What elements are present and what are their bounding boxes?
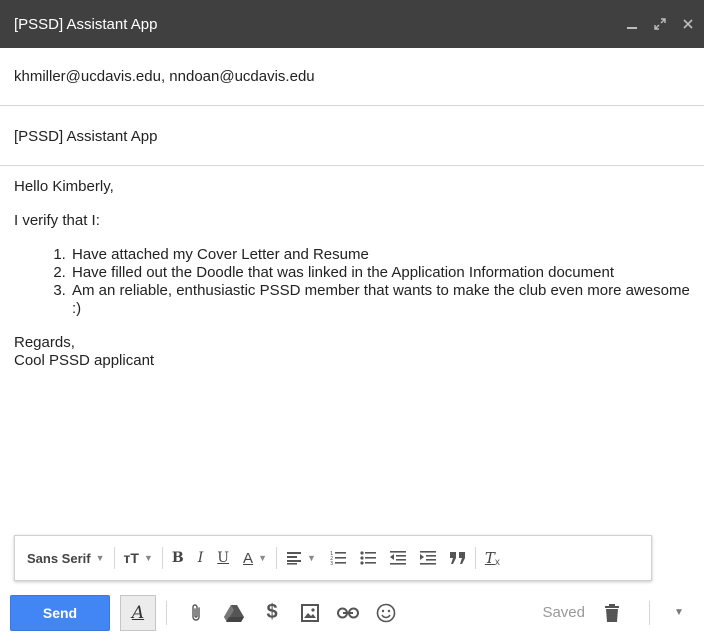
insert-emoji-button[interactable] [367,595,405,631]
compose-action-bar: Send A $ Saved ▼ [0,590,704,635]
font-size-button[interactable]: тT ▼ [117,544,160,572]
toolbar-divider [275,547,277,569]
numbered-list-button[interactable]: 123 [323,544,353,572]
quote-button[interactable] [443,544,473,572]
list-item: Have filled out the Doodle that was link… [70,264,698,282]
text-color-icon: A [243,549,254,567]
insert-photo-button[interactable] [291,595,329,631]
text-color-button[interactable]: A ▼ [236,544,274,572]
greeting-text: Hello Kimberly, [14,178,114,195]
paperclip-icon [189,603,203,623]
verification-list: Have attached my Cover Letter and Resume… [14,246,698,318]
formatting-options-button[interactable]: A [120,594,156,631]
quote-icon [449,552,466,564]
chevron-down-icon: ▼ [258,553,267,563]
insert-link-button[interactable] [329,595,367,631]
remove-formatting-x: x [494,556,500,568]
signoff-text: Regards, [14,334,75,351]
attach-files-button[interactable] [177,595,215,631]
svg-text:3: 3 [330,561,333,566]
chevron-down-icon: ▼ [143,553,153,563]
action-divider [649,600,650,625]
minimize-icon[interactable] [626,18,640,30]
link-icon [337,607,359,619]
window-controls [626,18,696,30]
align-button[interactable]: ▼ [279,544,323,572]
chevron-down-icon: ▼ [95,553,105,563]
compose-titlebar[interactable]: [PSSD] Assistant App [0,0,704,48]
compose-title: [PSSD] Assistant App [14,15,158,33]
recipients-field[interactable]: khmiller@ucdavis.edu, nndoan@ucdavis.edu [0,48,704,106]
list-item: Have attached my Cover Letter and Resume [70,246,698,264]
font-select-label: Sans Serif [27,550,91,566]
remove-formatting-icon: T [484,549,495,567]
photo-icon [301,603,319,622]
chevron-down-icon: ▼ [306,553,316,563]
smiley-icon [376,603,396,623]
numbered-list-icon: 123 [330,550,346,566]
discard-draft-button[interactable] [593,595,631,631]
subject-field[interactable]: [PSSD] Assistant App [0,108,704,166]
italic-button[interactable]: I [191,544,211,572]
saved-status: Saved [542,604,585,621]
subject-value: [PSSD] Assistant App [14,128,158,145]
align-left-icon [286,551,302,565]
signature-text: Cool PSSD applicant [14,352,155,369]
font-size-icon: тT [123,550,139,566]
bulleted-list-icon [360,550,376,566]
toolbar-divider [474,547,476,569]
drive-icon [224,604,244,622]
formatting-toolbar: Sans Serif ▼ тT ▼ B I U A ▼ ▼ 123 T x [14,535,652,581]
insert-drive-button[interactable] [215,595,253,631]
chevron-down-icon: ▼ [674,607,684,618]
close-icon[interactable] [682,18,696,30]
bulleted-list-button[interactable] [353,544,383,572]
intro-text: I verify that I: [14,212,100,229]
remove-formatting-button[interactable]: Tx [478,544,507,572]
indent-more-button[interactable] [413,544,443,572]
underline-button[interactable]: U [210,544,236,572]
font-select[interactable]: Sans Serif ▼ [23,544,112,572]
message-body[interactable]: Hello Kimberly, I verify that I: Have at… [14,178,698,370]
toolbar-divider [113,547,115,569]
dollar-icon: $ [266,601,278,623]
more-options-button[interactable]: ▼ [660,595,698,631]
indent-more-icon [419,551,436,565]
trash-icon [605,603,619,622]
send-button[interactable]: Send [10,594,110,631]
action-divider [166,600,167,625]
toolbar-divider [161,547,163,569]
bold-button[interactable]: B [165,544,191,572]
recipients-value: khmiller@ucdavis.edu, nndoan@ucdavis.edu [14,68,315,85]
popout-icon[interactable] [654,18,668,30]
send-money-button[interactable]: $ [253,595,291,631]
indent-less-button[interactable] [383,544,413,572]
list-item: Am an reliable, enthusiastic PSSD member… [70,282,698,318]
indent-less-icon [389,551,406,565]
